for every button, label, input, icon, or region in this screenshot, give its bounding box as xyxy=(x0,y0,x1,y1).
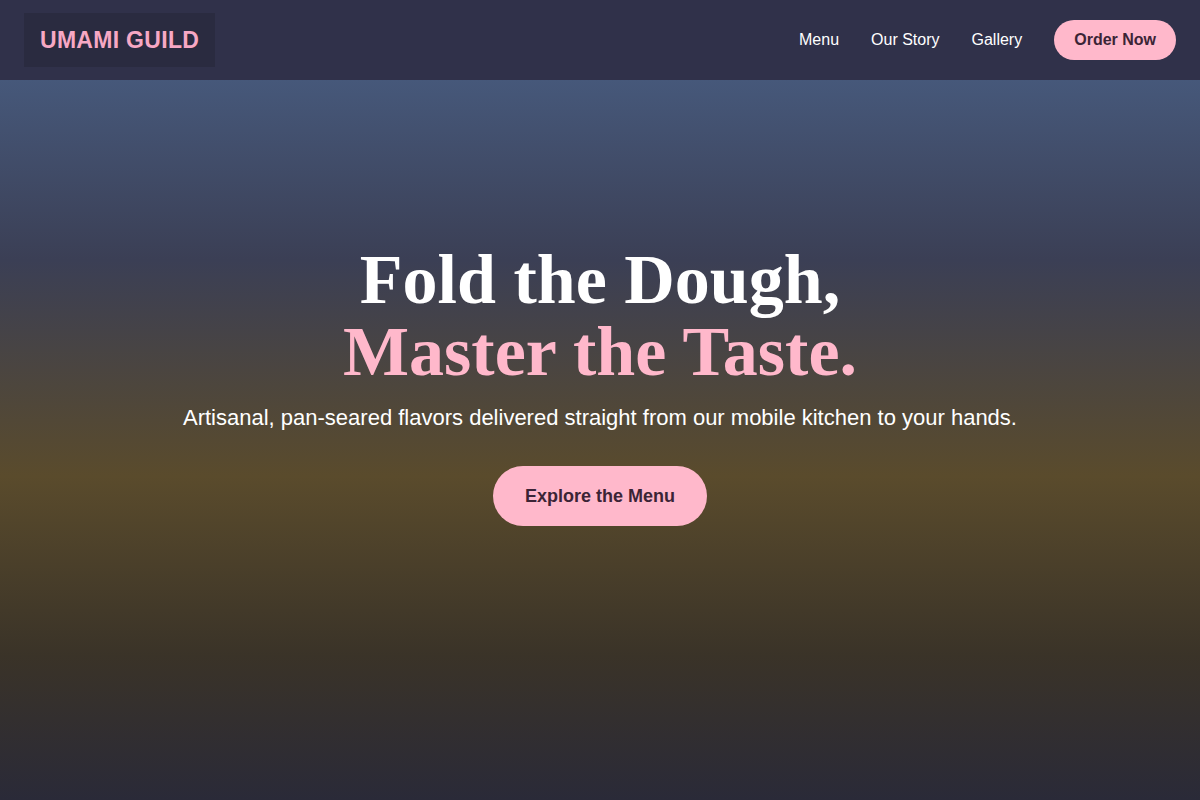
page: UMAMI GUILD Menu Our Story Gallery Order Now… xyxy=(0,0,1200,800)
hero-title-line1: Fold the Dough, xyxy=(343,244,857,316)
navbar: UMAMI GUILD Menu Our Story Gallery Order Now xyxy=(0,0,1200,80)
hero-title: Fold the Dough,Master the Taste. xyxy=(343,244,857,388)
logo[interactable]: UMAMI GUILD xyxy=(24,13,215,68)
nav-link[interactable]: Gallery xyxy=(972,28,1023,52)
hero: Fold the Dough,Master the Taste. Artisana… xyxy=(0,80,1200,800)
nav-link[interactable]: Menu xyxy=(799,28,839,52)
nav-link[interactable]: Our Story xyxy=(871,28,939,52)
explore-menu-button[interactable]: Explore the Menu xyxy=(493,466,707,526)
nav: Menu Our Story Gallery Order Now xyxy=(799,20,1176,60)
hero-subtitle: Artisanal, pan-seared flavors delivered … xyxy=(183,402,1017,434)
order-now-button[interactable]: Order Now xyxy=(1054,20,1176,60)
hero-title-line2: Master the Taste. xyxy=(343,316,857,388)
